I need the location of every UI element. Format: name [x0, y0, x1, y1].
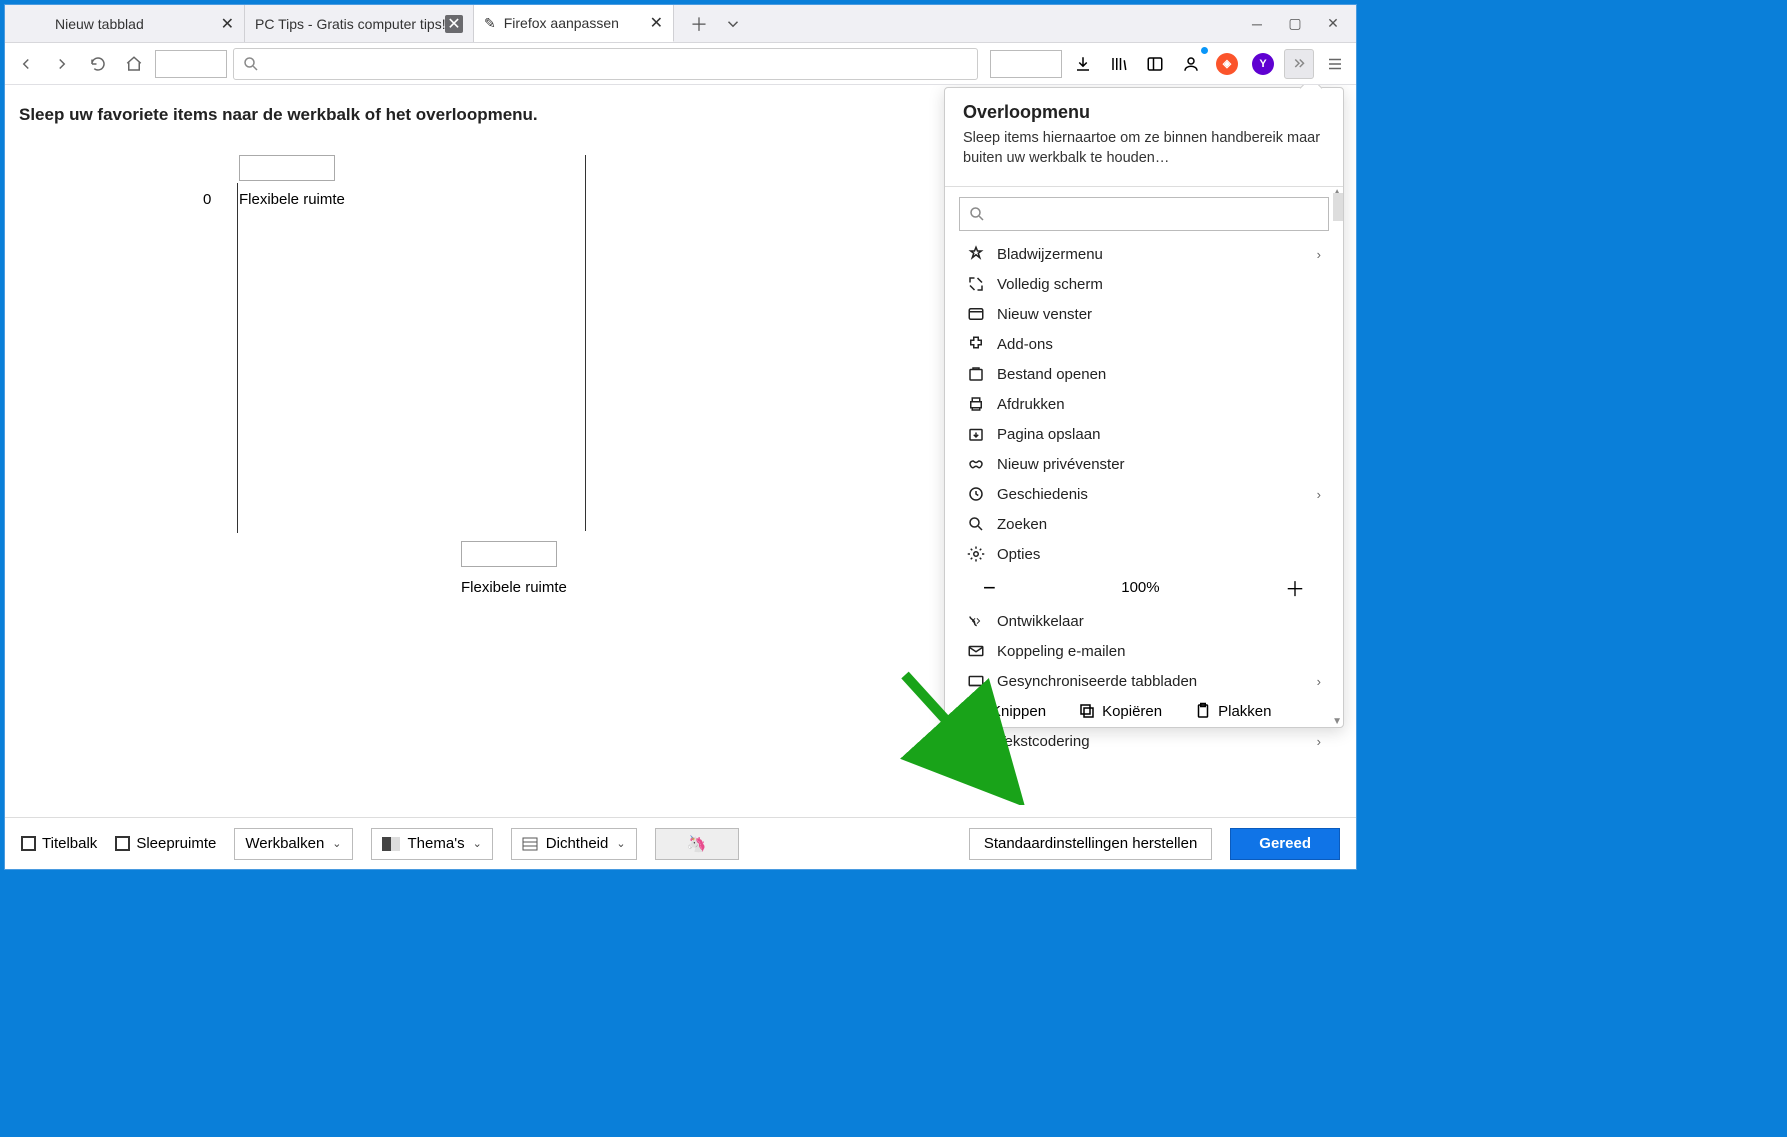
tabs-dropdown-icon[interactable]: [716, 10, 750, 38]
palette-zero: 0: [203, 191, 211, 208]
menu-email-link[interactable]: Koppeling e-mailen: [959, 636, 1329, 666]
downloads-button[interactable]: [1068, 49, 1098, 79]
account-button[interactable]: [1176, 49, 1206, 79]
palette-divider: [585, 155, 586, 531]
menu-save-page[interactable]: Pagina opslaan: [959, 419, 1329, 449]
browser-window: Nieuw tabblad ✕ PC Tips - Gratis compute…: [4, 4, 1357, 870]
customize-footer: Titelbalk Sleepruimte Werkbalken⌄ Thema'…: [5, 817, 1356, 869]
library-button[interactable]: [1104, 49, 1134, 79]
zoom-out-button[interactable]: −: [983, 575, 996, 601]
new-tab-button[interactable]: ＋: [682, 10, 716, 38]
flex-slot[interactable]: [990, 50, 1062, 78]
themes-dropdown[interactable]: Thema's⌄: [371, 828, 493, 860]
customize-body: Sleep uw favoriete items naar de werkbal…: [5, 85, 1356, 817]
chevron-down-icon: ⌄: [616, 837, 625, 850]
restore-defaults-button[interactable]: Standaardinstellingen herstellen: [969, 828, 1212, 860]
scrollbar-thumb[interactable]: [1333, 193, 1343, 221]
close-icon[interactable]: ✕: [650, 13, 663, 33]
menu-search[interactable]: Zoeken: [959, 509, 1329, 539]
overflow-button[interactable]: [1284, 49, 1314, 79]
chevron-right-icon: ›: [1317, 674, 1321, 689]
close-icon[interactable]: ✕: [445, 15, 463, 33]
forward-button[interactable]: [47, 49, 77, 79]
menu-history[interactable]: Geschiedenis›: [959, 479, 1329, 509]
chevron-right-icon: ›: [1317, 487, 1321, 502]
density-dropdown[interactable]: Dichtheid⌄: [511, 828, 637, 860]
menu-copy[interactable]: Kopiëren: [1078, 702, 1162, 720]
zoom-in-button[interactable]: ＋: [1285, 573, 1305, 602]
palette-label: Flexibele ruimte: [239, 191, 345, 208]
overflow-search[interactable]: [959, 197, 1329, 231]
zoom-level: 100%: [1121, 579, 1159, 596]
menu-open-file[interactable]: Bestand openen: [959, 359, 1329, 389]
palette-divider: [237, 183, 238, 533]
badge-dot: [1201, 47, 1208, 54]
sidebar-button[interactable]: [1140, 49, 1170, 79]
chevron-down-icon: ⌄: [473, 837, 482, 850]
theme-swatch-icon: [382, 837, 400, 851]
palette-label: Flexibele ruimte: [461, 579, 567, 596]
nav-toolbar: ◈ Y: [5, 43, 1356, 85]
toolbars-dropdown[interactable]: Werkbalken⌄: [234, 828, 352, 860]
palette-item-box[interactable]: [461, 541, 557, 567]
tab-strip: Nieuw tabblad ✕ PC Tips - Gratis compute…: [5, 5, 1356, 43]
tab-pctips[interactable]: PC Tips - Gratis computer tips! - PC ✕: [245, 5, 474, 42]
search-icon: [242, 55, 260, 73]
chevron-right-icon: ›: [1317, 247, 1321, 262]
back-button[interactable]: [11, 49, 41, 79]
panel-title: Overloopmenu: [963, 102, 1325, 123]
zoom-controls: − 100% ＋: [959, 569, 1329, 606]
menu-cut[interactable]: Knippen: [967, 702, 1046, 720]
menu-addons[interactable]: Add-ons: [959, 329, 1329, 359]
tab-title: Nieuw tabblad: [55, 16, 144, 32]
url-bar[interactable]: [233, 48, 978, 80]
titlebar-checkbox[interactable]: Titelbalk: [21, 835, 97, 852]
minimize-button[interactable]: ─: [1240, 10, 1274, 38]
menu-private-window[interactable]: Nieuw privévenster: [959, 449, 1329, 479]
done-button[interactable]: Gereed: [1230, 828, 1340, 860]
palette-item-box[interactable]: [239, 155, 335, 181]
menu-synced-tabs[interactable]: Gesynchroniseerde tabbladen›: [959, 666, 1329, 696]
menu-fullscreen[interactable]: Volledig scherm: [959, 269, 1329, 299]
reload-button[interactable]: [83, 49, 113, 79]
search-icon: [968, 205, 986, 223]
overflow-panel: Overloopmenu Sleep items hiernaartoe om …: [944, 87, 1344, 728]
menu-bookmarks[interactable]: Bladwijzermenu›: [959, 239, 1329, 269]
scroll-down-icon[interactable]: ▼: [1332, 716, 1342, 727]
brush-icon: ✎: [484, 15, 496, 32]
close-window-button[interactable]: ✕: [1316, 10, 1350, 38]
close-icon[interactable]: ✕: [221, 14, 234, 34]
tab-title: PC Tips - Gratis computer tips! - PC: [255, 16, 445, 32]
extension-brave-icon[interactable]: ◈: [1212, 49, 1242, 79]
menu-paste[interactable]: Plakken: [1194, 702, 1271, 720]
menu-text-encoding[interactable]: Tekstcodering›: [959, 726, 1329, 756]
panel-description: Sleep items hiernaartoe om ze binnen han…: [963, 129, 1325, 168]
home-button[interactable]: [119, 49, 149, 79]
tab-title: Firefox aanpassen: [504, 15, 619, 31]
menu-developer[interactable]: Ontwikkelaar: [959, 606, 1329, 636]
hamburger-menu[interactable]: [1320, 49, 1350, 79]
menu-new-window[interactable]: Nieuw venster: [959, 299, 1329, 329]
menu-print[interactable]: Afdrukken: [959, 389, 1329, 419]
chevron-right-icon: ›: [1317, 734, 1321, 749]
menu-options[interactable]: Opties: [959, 539, 1329, 569]
tab-customize[interactable]: ✎ Firefox aanpassen ✕: [474, 5, 674, 42]
chevron-down-icon: ⌄: [332, 837, 341, 850]
maximize-button[interactable]: ▢: [1278, 10, 1312, 38]
dragspace-checkbox[interactable]: Sleepruimte: [115, 835, 216, 852]
flex-slot[interactable]: [155, 50, 227, 78]
extension-yahoo-icon[interactable]: Y: [1248, 49, 1278, 79]
whimsy-button[interactable]: 🦄: [655, 828, 739, 860]
tab-new[interactable]: Nieuw tabblad ✕: [45, 5, 245, 42]
density-icon: [522, 837, 538, 851]
